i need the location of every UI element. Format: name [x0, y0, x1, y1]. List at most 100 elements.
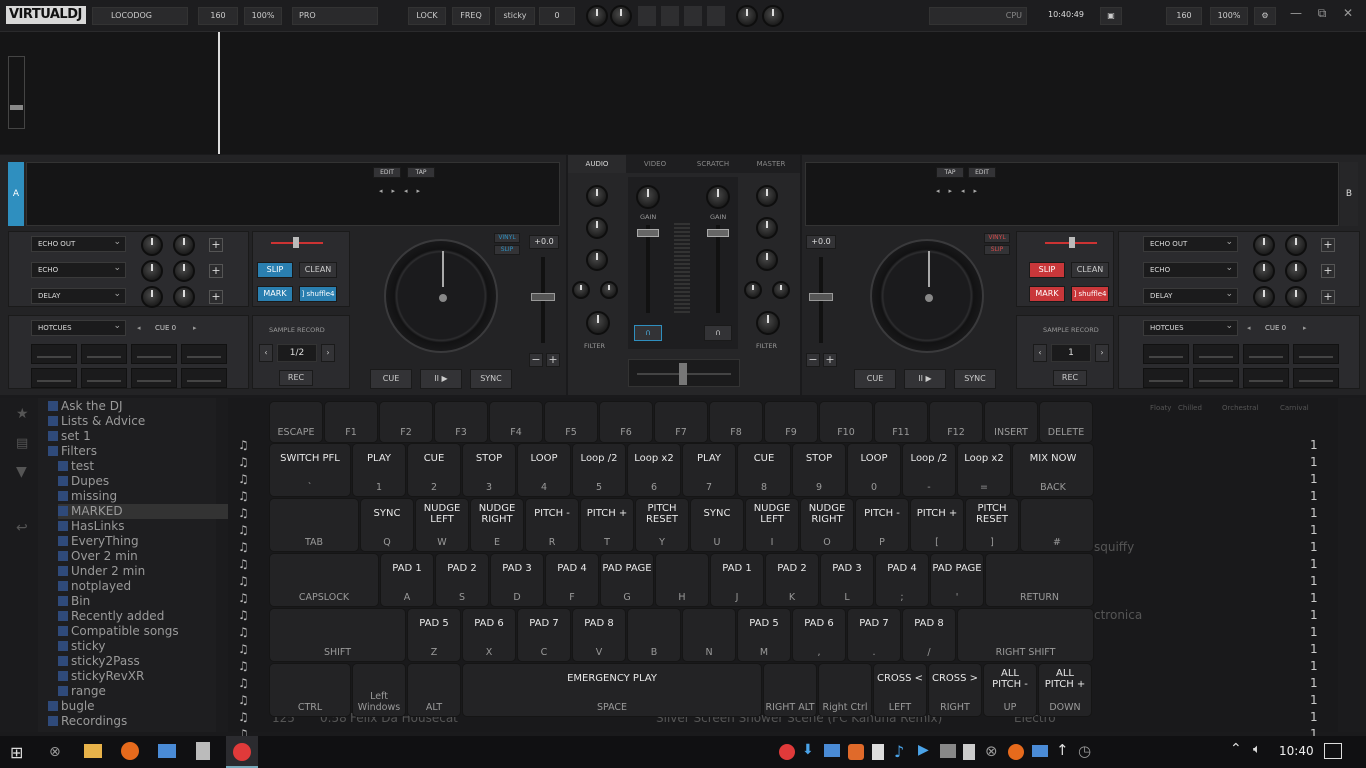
deck-b-pad-5[interactable]: [1143, 368, 1189, 388]
key-capslock[interactable]: CAPSLOCK: [270, 554, 378, 606]
mixer-tab-master[interactable]: MASTER: [742, 155, 800, 173]
deck-b-mark-button[interactable]: MARK: [1029, 286, 1065, 302]
key-9[interactable]: STOP 9: [793, 444, 845, 496]
key-right[interactable]: CROSS > RIGHT: [929, 664, 981, 716]
key-h[interactable]: H: [656, 554, 708, 606]
deck-a-sync-button[interactable]: SYNC: [470, 369, 512, 389]
tag-carnival[interactable]: Carnival: [1280, 404, 1309, 412]
preset-select[interactable]: PRO: [292, 7, 378, 25]
pitch-plus-icon[interactable]: +: [546, 353, 560, 367]
fx-knob-3a[interactable]: [141, 286, 163, 308]
fx-add-2-icon[interactable]: +: [209, 264, 223, 278]
deck-a-user-slider[interactable]: [293, 237, 299, 248]
deck-b-edit-button[interactable]: EDIT: [968, 167, 996, 178]
tray-expand-icon[interactable]: ⌃: [1230, 741, 1242, 757]
deck-b-slip-small[interactable]: SLIP: [984, 245, 1010, 255]
deck-b-fx-knob-2b[interactable]: [1285, 260, 1307, 282]
download-icon[interactable]: ⬇: [802, 742, 814, 758]
deck-a-pitch-slider[interactable]: [531, 257, 555, 343]
mixer-tab-video[interactable]: VIDEO: [626, 155, 684, 173]
key-f6[interactable]: F6: [600, 402, 652, 442]
key-n[interactable]: N: [683, 609, 735, 661]
key-b[interactable]: B: [628, 609, 680, 661]
tree-item[interactable]: EveryThing: [58, 534, 139, 549]
fx-knob-2b[interactable]: [173, 260, 195, 282]
key-right-shift[interactable]: RIGHT SHIFT: [958, 609, 1093, 661]
key-f7[interactable]: F7: [655, 402, 707, 442]
keyboard-icon[interactable]: [1032, 745, 1048, 757]
key-right-ctrl[interactable]: Right Ctrl: [819, 664, 871, 716]
key-f1[interactable]: F1: [325, 402, 377, 442]
deck-a-slip-small[interactable]: SLIP: [494, 245, 520, 255]
pad-5[interactable]: [31, 368, 77, 388]
freq-button[interactable]: FREQ: [452, 7, 490, 25]
eq-low-a[interactable]: [586, 249, 608, 271]
key-f8[interactable]: F8: [710, 402, 762, 442]
firefox-icon[interactable]: [121, 742, 139, 760]
deck-b-user-slider[interactable]: [1069, 237, 1075, 248]
key-k[interactable]: PAD 2 K: [766, 554, 818, 606]
tag-chilled[interactable]: Chilled: [1178, 404, 1202, 412]
key-g[interactable]: PAD PAGE G: [601, 554, 653, 606]
deck-b-fx-select-2[interactable]: ECHO: [1143, 261, 1238, 278]
deck-b-fx-knob-1a[interactable]: [1253, 234, 1275, 256]
star-icon[interactable]: ★: [16, 406, 29, 422]
eq-mid-a[interactable]: [586, 217, 608, 239]
fx-select-3[interactable]: DELAY: [31, 287, 126, 304]
volume-icon[interactable]: 🔈︎: [1253, 742, 1261, 757]
deck-b-rec-button[interactable]: REC: [1053, 370, 1087, 386]
top-knob-1[interactable]: [586, 5, 608, 27]
key-w[interactable]: NUDGE LEFT W: [416, 499, 468, 551]
fx-knob-2a[interactable]: [141, 260, 163, 282]
gear-icon[interactable]: ⚙: [1254, 7, 1276, 25]
key-return[interactable]: RETURN: [986, 554, 1093, 606]
key-f11[interactable]: F11: [875, 402, 927, 442]
top-knob-4[interactable]: [762, 5, 784, 27]
key-o[interactable]: NUDGE RIGHT O: [801, 499, 853, 551]
tree-item[interactable]: Lists & Advice: [48, 414, 145, 429]
sticky-button[interactable]: sticky: [495, 7, 535, 25]
tree-item[interactable]: stickyRevXR: [58, 669, 144, 684]
notification-icon[interactable]: [1324, 743, 1342, 759]
key-v[interactable]: PAD 8 V: [573, 609, 625, 661]
back-icon[interactable]: ↩: [16, 520, 28, 536]
close-icon[interactable]: ✕: [1338, 6, 1358, 24]
calculator-icon[interactable]: [196, 742, 210, 760]
deck-a-label[interactable]: A: [8, 162, 24, 226]
key-1[interactable]: PLAY 1: [353, 444, 405, 496]
tree-item[interactable]: notplayed: [58, 579, 131, 594]
tree-item[interactable]: Recently added: [58, 609, 164, 624]
eq-mid-b[interactable]: [756, 217, 778, 239]
tree-item[interactable]: Compatible songs: [58, 624, 179, 639]
tree-item[interactable]: missing: [58, 489, 117, 504]
key-tab[interactable]: TAB: [270, 499, 358, 551]
pad-3[interactable]: [131, 344, 177, 364]
headphone-a-icon[interactable]: ∩: [634, 325, 662, 341]
tree-item[interactable]: sticky2Pass: [58, 654, 140, 669]
key-left[interactable]: CROSS < LEFT: [874, 664, 926, 716]
key-a[interactable]: PAD 1 A: [381, 554, 433, 606]
deck-b-fx-knob-2a[interactable]: [1253, 260, 1275, 282]
windows-start-icon[interactable]: ⊞: [10, 743, 28, 762]
key-x[interactable]: PAD 6 X: [463, 609, 515, 661]
pad-8[interactable]: [181, 368, 227, 388]
key-f10[interactable]: F10: [820, 402, 872, 442]
deck-b-shuffle-button[interactable]: ] shuffle4: [1071, 286, 1109, 302]
tag-floaty[interactable]: Floaty: [1150, 404, 1171, 412]
deck-a-shuffle-button[interactable]: ] shuffle4: [299, 286, 337, 302]
deck-b-label[interactable]: B: [1340, 162, 1358, 226]
pad-4[interactable]: [181, 344, 227, 364]
key-space[interactable]: EMERGENCY PLAY SPACE: [463, 664, 761, 716]
tree-item[interactable]: Recordings: [48, 714, 127, 729]
volume-fader-b[interactable]: [707, 225, 729, 313]
key--[interactable]: SWITCH PFL `: [270, 444, 350, 496]
tree-item[interactable]: Over 2 min: [58, 549, 138, 564]
fx-select-2[interactable]: ECHO: [31, 261, 126, 278]
deck-b-loop-prev-icon[interactable]: ‹: [1033, 344, 1047, 362]
lock-button[interactable]: LOCK: [408, 7, 446, 25]
key-f5[interactable]: F5: [545, 402, 597, 442]
deck-b-pitch-plus-icon[interactable]: +: [823, 353, 837, 367]
fx-knob-1b[interactable]: [173, 234, 195, 256]
user-field[interactable]: LOCODOG: [92, 7, 188, 25]
key-f9[interactable]: F9: [765, 402, 817, 442]
